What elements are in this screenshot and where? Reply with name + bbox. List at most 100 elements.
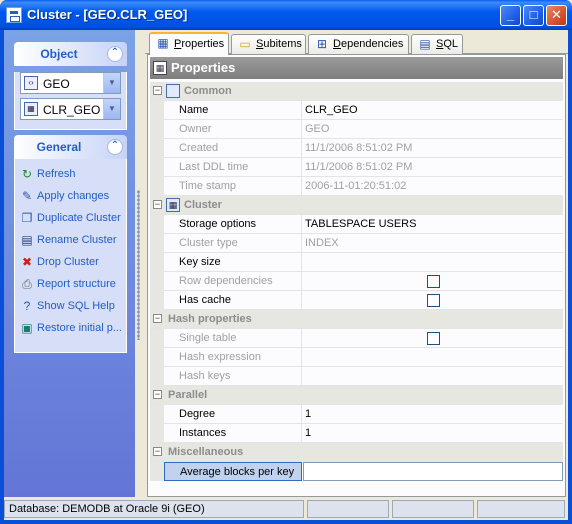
category-row[interactable]: − Common — [150, 82, 563, 101]
row-gutter — [150, 177, 164, 196]
cluster-window-icon — [6, 7, 22, 23]
general-item-duplicate[interactable]: ❐ Duplicate Cluster — [15, 207, 126, 229]
tab-label: ubitems — [263, 38, 302, 50]
property-value[interactable]: 1 — [303, 424, 563, 443]
property-value[interactable] — [303, 462, 563, 481]
chevron-down-icon[interactable]: ▼ — [103, 73, 120, 93]
row-gutter — [150, 329, 164, 348]
category-label: Common — [184, 85, 232, 97]
splitter-grip[interactable] — [137, 190, 140, 340]
property-name[interactable]: Time stamp — [164, 177, 302, 196]
tab-properties[interactable]: ▦ Properties — [149, 32, 229, 55]
rename-icon: ▤ — [21, 233, 33, 247]
common-icon — [166, 84, 180, 98]
property-name[interactable]: Key size — [164, 253, 302, 272]
dependencies-icon: ⊞ — [316, 37, 328, 51]
object-panel: Object ⌃ ‹› GEO ▼ ▦ CLR_GEO ▼ — [14, 42, 127, 130]
property-value[interactable] — [303, 253, 563, 272]
status-bar: Database: DEMODB at Oracle 9i (GEO) — [4, 497, 568, 520]
schema-select[interactable]: ‹› GEO ▼ — [20, 72, 121, 94]
category-row[interactable]: − Parallel — [150, 386, 563, 405]
navigation-bar: Object ⌃ ‹› GEO ▼ ▦ CLR_GEO ▼ General ⌃ … — [4, 30, 135, 497]
collapse-chevron-icon[interactable]: ⌃ — [107, 139, 123, 155]
property-value[interactable]: TABLESPACE USERS — [303, 215, 563, 234]
general-panel-header[interactable]: General ⌃ — [14, 135, 127, 159]
row-gutter — [150, 215, 164, 234]
property-row: Single table — [150, 329, 563, 348]
tab-subitems[interactable]: ▭ Subitems — [231, 34, 306, 54]
row-gutter — [150, 272, 164, 291]
property-row: Has cache — [150, 291, 563, 310]
property-name[interactable]: Row dependencies — [164, 272, 302, 291]
property-row: Average blocks per key — [150, 462, 563, 481]
close-button[interactable]: ✕ — [546, 5, 567, 26]
property-name[interactable]: Single table — [164, 329, 302, 348]
cluster-select[interactable]: ▦ CLR_GEO ▼ — [20, 98, 121, 120]
property-name[interactable]: Created — [164, 139, 302, 158]
general-item-help[interactable]: ? Show SQL Help — [15, 295, 126, 317]
property-checkbox[interactable] — [427, 294, 440, 307]
property-checkbox — [427, 275, 440, 288]
category-row[interactable]: − Miscellaneous — [150, 443, 563, 462]
chevron-down-icon[interactable]: ▼ — [103, 99, 120, 119]
row-gutter — [150, 234, 164, 253]
tab-dependencies[interactable]: ⊞ Dependencies — [308, 34, 409, 54]
row-gutter — [150, 367, 164, 386]
property-name[interactable]: Last DDL time — [164, 158, 302, 177]
drop-icon: ✖ — [21, 255, 33, 269]
general-item-label: Show SQL Help — [37, 300, 115, 312]
category-row[interactable]: − Hash properties — [150, 310, 563, 329]
property-name[interactable]: Hash expression — [164, 348, 302, 367]
property-name[interactable]: Storage options — [164, 215, 302, 234]
property-row: Degree 1 — [150, 405, 563, 424]
collapse-toggle-icon[interactable]: − — [153, 200, 162, 209]
window-title: Cluster - [GEO.CLR_GEO] — [27, 7, 188, 22]
title-bar[interactable]: Cluster - [GEO.CLR_GEO] _ □ ✕ — [0, 0, 572, 30]
row-gutter — [150, 253, 164, 272]
schema-value: GEO — [43, 77, 70, 91]
sql-icon: ▤ — [419, 37, 431, 51]
collapse-chevron-icon[interactable]: ⌃ — [107, 46, 123, 62]
general-panel-title: General — [36, 140, 82, 154]
apply-icon: ✎ — [21, 189, 33, 203]
general-item-refresh[interactable]: ↻ Refresh — [15, 163, 126, 185]
property-value[interactable]: 1 — [303, 405, 563, 424]
maximize-button[interactable]: □ — [523, 5, 544, 26]
property-value — [303, 348, 563, 367]
property-row: Key size — [150, 253, 563, 272]
collapse-toggle-icon[interactable]: − — [153, 390, 162, 399]
general-item-rename[interactable]: ▤ Rename Cluster — [15, 229, 126, 251]
property-name[interactable]: Owner — [164, 120, 302, 139]
property-value: 11/1/2006 8:51:02 PM — [305, 161, 413, 173]
property-name[interactable]: Has cache — [164, 291, 302, 310]
property-row: Owner GEO — [150, 120, 563, 139]
property-name[interactable]: Cluster type — [164, 234, 302, 253]
row-gutter — [150, 158, 164, 177]
collapse-toggle-icon[interactable]: − — [153, 447, 162, 456]
property-name[interactable]: Hash keys — [164, 367, 302, 386]
refresh-icon: ↻ — [21, 167, 33, 181]
collapse-toggle-icon[interactable]: − — [153, 314, 162, 323]
object-panel-header[interactable]: Object ⌃ — [14, 42, 127, 66]
tab-label: ependencies — [340, 38, 404, 50]
property-name[interactable]: Degree — [164, 405, 302, 424]
category-row[interactable]: − ▦ Cluster — [150, 196, 563, 215]
general-item-drop[interactable]: ✖ Drop Cluster — [15, 251, 126, 273]
property-value[interactable]: CLR_GEO — [303, 101, 563, 120]
collapse-toggle-icon[interactable]: − — [153, 86, 162, 95]
tab-sql[interactable]: ▤ SQL — [411, 34, 463, 54]
property-name[interactable]: Instances — [164, 424, 302, 443]
property-value-cell[interactable] — [303, 291, 563, 310]
property-name[interactable]: Name — [164, 101, 302, 120]
tab-accelerator: D — [333, 38, 341, 50]
schema-icon: ‹› — [24, 76, 38, 90]
general-item-label: Duplicate Cluster — [37, 212, 121, 224]
property-row: Name CLR_GEO — [150, 101, 563, 120]
minimize-button[interactable]: _ — [500, 5, 521, 26]
status-panel-2 — [307, 500, 389, 518]
general-item-restore[interactable]: ▣ Restore initial p... — [15, 317, 126, 339]
property-name[interactable]: Average blocks per key — [164, 462, 302, 481]
duplicate-icon: ❐ — [21, 211, 33, 225]
general-item-report[interactable]: ⎙ Report structure — [15, 273, 126, 295]
general-item-apply[interactable]: ✎ Apply changes — [15, 185, 126, 207]
